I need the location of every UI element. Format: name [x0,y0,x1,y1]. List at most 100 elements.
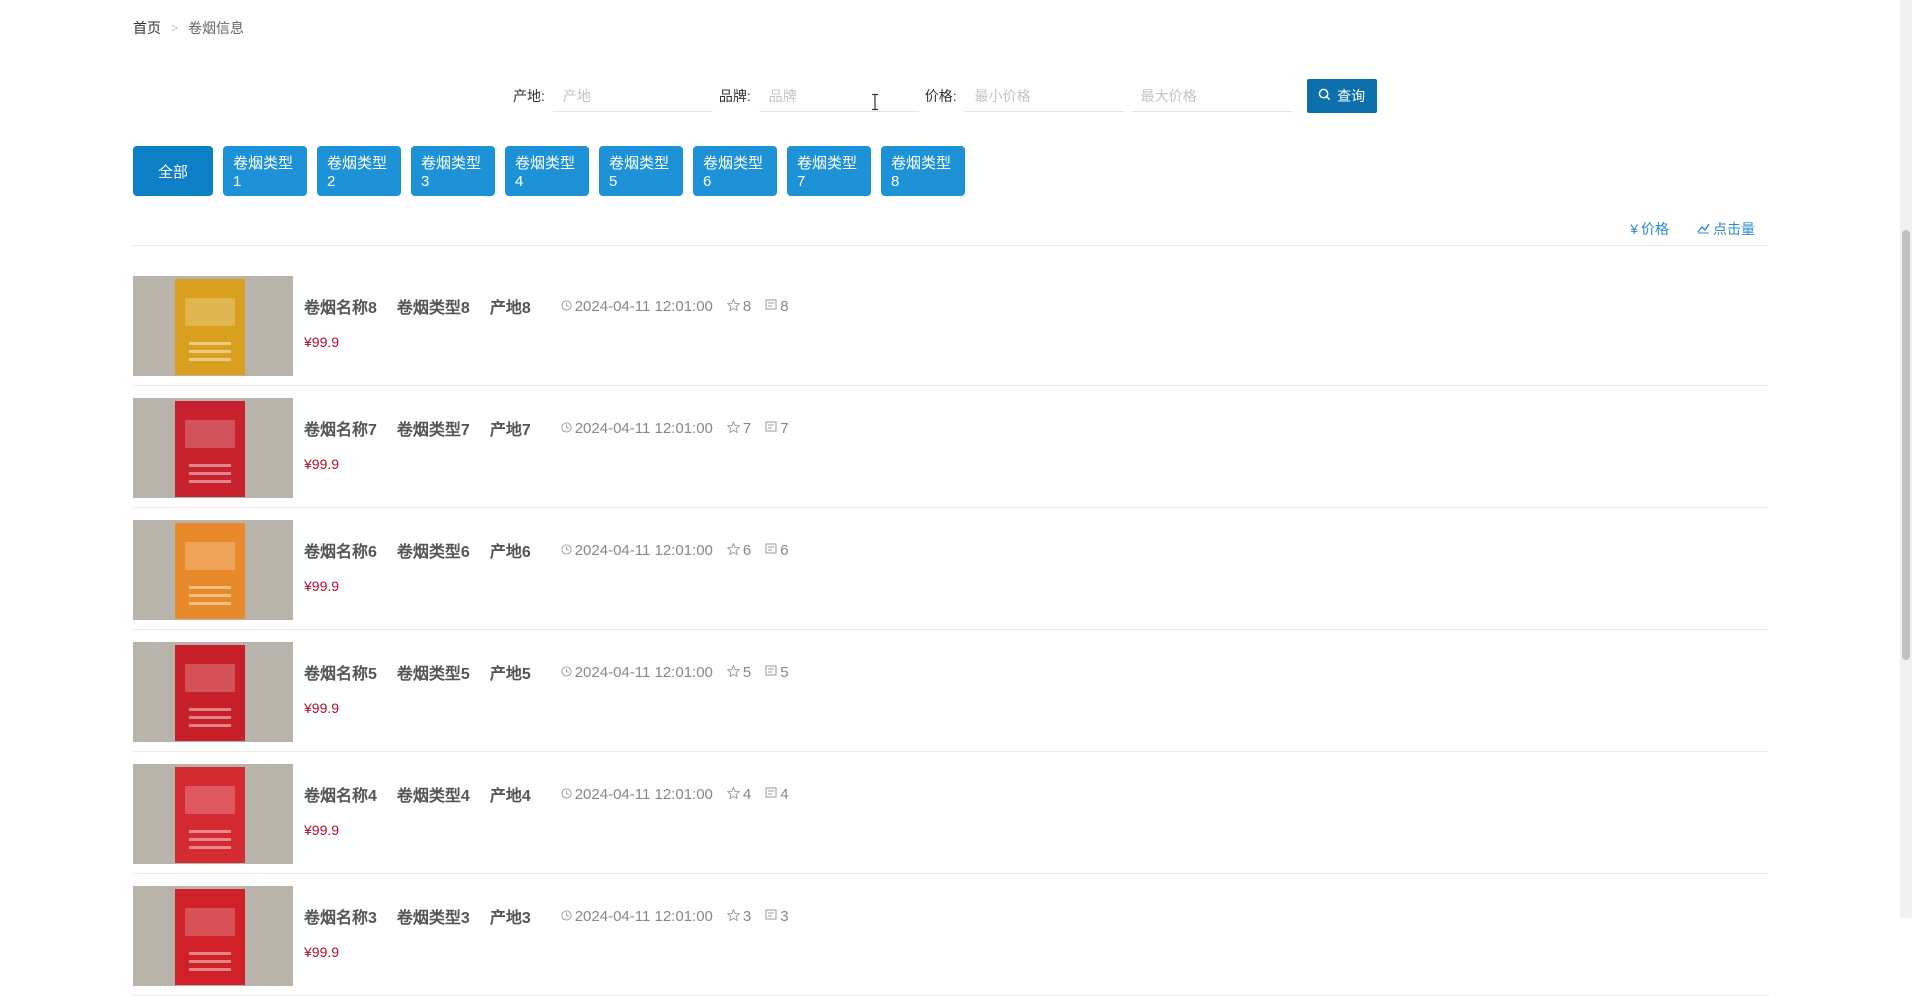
list-item[interactable]: 卷烟名称8 卷烟类型8 产地8 2024-04-11 12:01:00 8 8 [133,264,1769,386]
category-button[interactable]: 卷烟类型1 [223,146,307,196]
sort-by-clicks[interactable]: 点击量 [1697,219,1755,239]
min-price-input[interactable] [964,80,1125,112]
comment-icon [765,664,777,681]
star-icon [726,663,741,681]
yen-icon: ¥ [1630,221,1638,237]
publish-time: 2024-04-11 12:01:00 [561,542,713,559]
publish-time: 2024-04-11 12:01:00 [561,908,713,925]
clock-icon [561,542,572,559]
product-name[interactable]: 卷烟名称5 [304,660,377,684]
product-origin: 产地8 [489,300,531,317]
list-item[interactable]: 卷烟名称4 卷烟类型4 产地4 2024-04-11 12:01:00 4 4 [133,752,1769,874]
product-image[interactable] [133,398,293,498]
origin-label: 产地: [513,88,545,104]
breadcrumb: 首页 > 卷烟信息 [133,18,244,38]
product-info: 卷烟名称4 卷烟类型4 产地4 2024-04-11 12:01:00 4 4 [304,782,803,806]
query-button[interactable]: 查询 [1306,79,1377,113]
breadcrumb-home[interactable]: 首页 [133,18,161,38]
star-count: 5 [742,663,752,681]
product-name[interactable]: 卷烟名称6 [304,538,377,562]
product-origin: 产地7 [489,422,531,439]
product-info: 卷烟名称3 卷烟类型3 产地3 2024-04-11 12:01:00 3 3 [304,904,803,928]
category-all-button[interactable]: 全部 [133,146,213,196]
favorite-count: 4 [726,785,752,803]
comment-icon [765,908,777,925]
product-price: ¥99.9 [304,822,340,838]
category-button[interactable]: 卷烟类型3 [411,146,495,196]
product-list: 卷烟名称8 卷烟类型8 产地8 2024-04-11 12:01:00 8 8 [133,264,1769,996]
comment-count: 4 [765,786,789,803]
star-count: 4 [742,785,752,803]
star-icon [726,541,741,559]
brand-input[interactable] [758,80,919,112]
comment-count: 7 [765,420,789,437]
list-item[interactable]: 卷烟名称3 卷烟类型3 产地3 2024-04-11 12:01:00 3 3 [133,874,1769,996]
query-button-label: 查询 [1337,88,1366,104]
publish-date: 2024-04-11 12:01:00 [574,907,713,925]
product-image[interactable] [133,764,293,864]
favorite-count: 3 [726,907,752,925]
product-price: ¥99.9 [304,334,340,350]
publish-time: 2024-04-11 12:01:00 [561,420,713,437]
category-button[interactable]: 卷烟类型5 [599,146,683,196]
comment-count: 5 [765,664,789,681]
publish-date: 2024-04-11 12:01:00 [574,785,713,803]
product-origin: 产地5 [489,666,531,683]
product-image[interactable] [133,886,293,986]
product-image[interactable] [133,642,293,742]
sort-clicks-label: 点击量 [1713,221,1755,237]
publish-time: 2024-04-11 12:01:00 [561,664,713,681]
category-button[interactable]: 卷烟类型6 [693,146,777,196]
star-icon [726,297,741,315]
breadcrumb-separator: > [171,21,179,35]
product-name[interactable]: 卷烟名称3 [304,904,377,928]
category-button[interactable]: 卷烟类型8 [881,146,965,196]
product-info: 卷烟名称5 卷烟类型5 产地5 2024-04-11 12:01:00 5 5 [304,660,803,684]
product-type: 卷烟类型3 [396,910,470,927]
product-type: 卷烟类型5 [396,666,470,683]
star-count: 3 [742,907,752,925]
comment-icon [765,786,777,803]
product-info: 卷烟名称6 卷烟类型6 产地6 2024-04-11 12:01:00 6 6 [304,538,803,562]
sort-options: ¥ 价格 点击量 [1630,219,1755,239]
clock-icon [561,908,572,925]
breadcrumb-current: 卷烟信息 [188,20,245,36]
category-button[interactable]: 卷烟类型2 [317,146,401,196]
product-origin: 产地3 [489,910,531,927]
product-image[interactable] [133,520,293,620]
product-type: 卷烟类型7 [396,422,470,439]
product-origin: 产地4 [489,788,531,805]
product-type: 卷烟类型4 [396,788,470,805]
product-name[interactable]: 卷烟名称8 [304,294,377,318]
star-count: 8 [742,297,752,315]
search-icon [1318,88,1331,104]
product-price: ¥99.9 [304,944,340,960]
favorite-count: 5 [726,663,752,681]
trend-icon [1697,221,1710,237]
product-name[interactable]: 卷烟名称4 [304,782,377,806]
brand-label: 品牌: [718,88,751,104]
text-cursor-icon [870,93,880,116]
comment-icon [765,420,777,437]
comment-icon [765,542,777,559]
comment-count: 8 [765,298,789,315]
star-count: 7 [742,419,752,437]
list-item[interactable]: 卷烟名称7 卷烟类型7 产地7 2024-04-11 12:01:00 7 7 [133,386,1769,508]
sort-by-price[interactable]: ¥ 价格 [1630,219,1669,239]
clock-icon [561,786,572,803]
star-icon [726,907,741,925]
category-button[interactable]: 卷烟类型4 [505,146,589,196]
list-item[interactable]: 卷烟名称6 卷烟类型6 产地6 2024-04-11 12:01:00 6 6 [133,508,1769,630]
origin-input[interactable] [552,80,713,112]
scrollbar-thumb[interactable] [1902,230,1910,660]
product-origin: 产地6 [489,544,531,561]
publish-date: 2024-04-11 12:01:00 [574,541,713,559]
product-price: ¥99.9 [304,700,340,716]
product-name[interactable]: 卷烟名称7 [304,416,377,440]
list-item[interactable]: 卷烟名称5 卷烟类型5 产地5 2024-04-11 12:01:00 5 5 [133,630,1769,752]
publish-date: 2024-04-11 12:01:00 [574,663,713,681]
max-price-input[interactable] [1130,80,1293,112]
product-image[interactable] [133,276,293,376]
category-button[interactable]: 卷烟类型7 [787,146,871,196]
product-price: ¥99.9 [304,456,340,472]
